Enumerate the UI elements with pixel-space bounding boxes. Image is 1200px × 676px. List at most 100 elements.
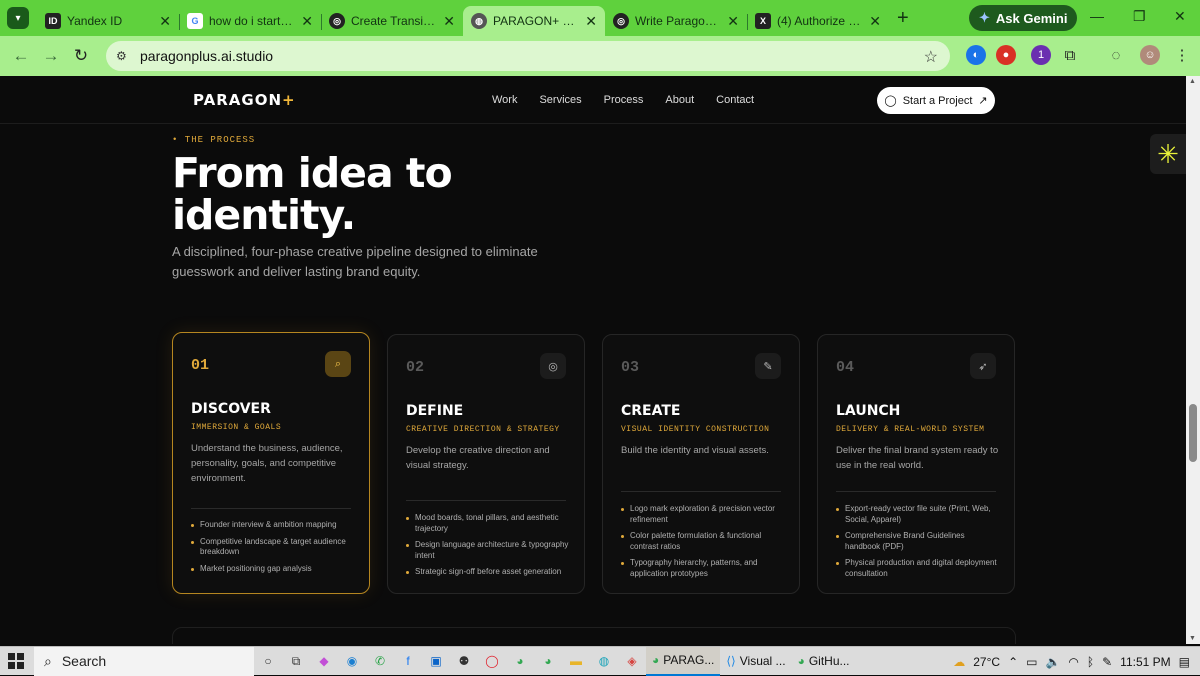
nav-about[interactable]: About — [665, 94, 694, 106]
restore-icon[interactable]: ❐ — [1133, 8, 1146, 25]
list-item: Competitive landscape & target audience … — [191, 537, 355, 558]
search-label: Search — [61, 653, 107, 669]
divider — [191, 508, 351, 509]
tab-title: Yandex ID — [67, 14, 123, 28]
divider — [406, 500, 566, 501]
heading-line-2: identity. — [172, 191, 356, 239]
taskbar-search[interactable]: ⌕ Search — [34, 646, 254, 676]
close-icon[interactable]: ✕ — [159, 13, 171, 30]
phase-subtitle: IMMERSION & GOALS — [191, 423, 282, 432]
start-project-button[interactable]: ◯ Start a Project ↗ — [877, 87, 995, 114]
chrome-icon[interactable]: ◕ — [507, 648, 533, 674]
close-icon[interactable]: ✕ — [301, 13, 313, 30]
task-view-icon[interactable]: ⧉ — [283, 648, 309, 674]
puzzle-icon[interactable]: ⧉ — [1060, 45, 1080, 65]
taskbar-app-chrome[interactable]: ◕ PARAG... — [646, 646, 721, 676]
back-icon[interactable]: ← — [6, 46, 36, 66]
phase-card-launch[interactable]: 04 ➶ LAUNCH DELIVERY & REAL-WORLD SYSTEM… — [817, 334, 1015, 594]
ask-gemini-button[interactable]: ✦ Ask Gemini — [969, 5, 1078, 31]
scroll-down-icon[interactable]: ▼ — [1189, 635, 1196, 642]
store-icon[interactable]: ▣ — [423, 648, 449, 674]
new-tab-button[interactable]: + — [897, 7, 909, 30]
tab-yandex[interactable]: ID Yandex ID ✕ — [37, 6, 179, 36]
section-eyebrow: • THE PROCESS — [172, 135, 256, 145]
close-icon[interactable]: ✕ — [727, 13, 739, 30]
chat-icon: ◯ — [884, 95, 897, 107]
copilot-icon[interactable]: ◆ — [311, 648, 337, 674]
extension-icon[interactable]: 1 — [1031, 45, 1051, 65]
tab-write-paragonplus[interactable]: ◎ Write Paragonplu ✕ — [605, 6, 747, 36]
volume-icon[interactable]: 🔈 — [1045, 655, 1060, 669]
close-icon[interactable]: ✕ — [443, 13, 455, 30]
phase-description: Deliver the final brand system ready to … — [836, 445, 999, 471]
whatsapp-icon[interactable]: ✆ — [367, 648, 393, 674]
list-item: Market positioning gap analysis — [191, 564, 355, 575]
taskbar-app-label: Visual ... — [739, 654, 786, 668]
scrollbar-thumb[interactable] — [1189, 404, 1197, 462]
site-nav: Work Services Process About Contact — [492, 94, 754, 106]
tab-create-transition[interactable]: ◎ Create Transition ✕ — [321, 6, 463, 36]
taskbar-app-vscode[interactable]: ⟨⟩ Visual ... — [720, 647, 791, 676]
facebook-icon[interactable]: f — [395, 648, 421, 674]
page-title: From idea to identity. — [172, 152, 732, 236]
phase-title: CREATE — [621, 403, 681, 419]
nav-services[interactable]: Services — [539, 94, 581, 106]
close-icon[interactable]: ✕ — [869, 13, 881, 30]
opera-icon[interactable]: ◯ — [479, 648, 505, 674]
list-item: Mood boards, tonal pillars, and aestheti… — [406, 513, 570, 534]
scroll-up-icon[interactable]: ▲ — [1189, 78, 1196, 85]
forward-icon[interactable]: → — [36, 46, 66, 66]
tray-overflow-icon[interactable]: ⌃ — [1008, 655, 1018, 669]
reload-icon[interactable]: ↻ — [66, 46, 96, 66]
page-scrollbar[interactable]: ▲ ▼ — [1186, 76, 1200, 644]
windows-start-icon[interactable] — [8, 653, 24, 669]
file-explorer-icon[interactable]: ▬ — [563, 648, 589, 674]
extension-icon[interactable]: ◐ — [966, 45, 986, 65]
phase-number: 01 — [191, 357, 210, 374]
phase-card-create[interactable]: 03 ✎ CREATE VISUAL IDENTITY CONSTRUCTION… — [602, 334, 800, 594]
tab-search-button[interactable]: ▾ — [7, 7, 29, 29]
edge-icon[interactable]: ◉ — [339, 648, 365, 674]
wifi-icon[interactable]: ◠ — [1068, 655, 1078, 669]
close-window-icon[interactable]: ✕ — [1174, 8, 1186, 25]
clock[interactable]: 11:51 PM — [1120, 655, 1170, 669]
app-icon[interactable]: ◍ — [591, 648, 617, 674]
nav-process[interactable]: Process — [604, 94, 644, 106]
cortana-icon[interactable]: ○ — [255, 648, 281, 674]
extension-icon[interactable]: ● — [996, 45, 1016, 65]
weather-temp[interactable]: 27°C — [973, 655, 1000, 669]
network-icon[interactable]: ▭ — [1026, 655, 1037, 669]
bookmark-star-icon[interactable]: ☆ — [924, 47, 938, 67]
pen-icon[interactable]: ✎ — [1102, 655, 1112, 669]
app-icon[interactable]: ⚉ — [451, 648, 477, 674]
chrome-icon[interactable]: ◕ — [535, 648, 561, 674]
yandex-id-icon: ID — [45, 13, 61, 29]
phase-description: Understand the business, audience, perso… — [191, 443, 343, 484]
close-icon[interactable]: ✕ — [585, 13, 597, 30]
list-item: Logo mark exploration & precision vector… — [621, 504, 785, 525]
taskbar-app-label: PARAG... — [663, 653, 715, 667]
tab-google-search[interactable]: G how do i start live ✕ — [179, 6, 321, 36]
sparkle-widget-icon[interactable]: ✳ — [1150, 134, 1186, 174]
app-icon[interactable]: ◈ — [619, 648, 645, 674]
phase-card-define[interactable]: 02 ◎ DEFINE CREATIVE DIRECTION & STRATEG… — [387, 334, 585, 594]
paragon-logo[interactable]: PARAGON+ — [193, 91, 296, 109]
bluetooth-icon[interactable]: ᛒ — [1087, 655, 1094, 669]
globe-icon: ◍ — [471, 13, 487, 29]
weather-icon[interactable]: ☁ — [953, 655, 965, 669]
tab-x-authorize[interactable]: X (4) Authorize app ✕ — [747, 6, 889, 36]
tab-paragon[interactable]: ◍ PARAGON+ — Cr ✕ — [463, 6, 605, 36]
site-info-icon[interactable]: ⚙ — [116, 49, 132, 63]
address-bar[interactable]: ⚙ paragonplus.ai.studio ☆ — [106, 41, 950, 71]
avatar[interactable]: ☺ — [1140, 45, 1160, 65]
more-menu-icon[interactable]: ⋮ — [1172, 45, 1192, 65]
nav-work[interactable]: Work — [492, 94, 517, 106]
phase-card-discover[interactable]: 01 ⌕ DISCOVER IMMERSION & GOALS Understa… — [172, 332, 370, 594]
ask-gemini-label: Ask Gemini — [995, 10, 1068, 26]
compass-icon: ◎ — [540, 353, 566, 379]
nav-contact[interactable]: Contact — [716, 94, 754, 106]
taskbar-app-github[interactable]: ◕ GitHu... — [792, 647, 856, 676]
performance-icon[interactable]: ◌ — [1106, 45, 1126, 65]
notifications-icon[interactable]: ▤ — [1179, 655, 1190, 669]
minimize-icon[interactable]: — — [1090, 8, 1104, 24]
